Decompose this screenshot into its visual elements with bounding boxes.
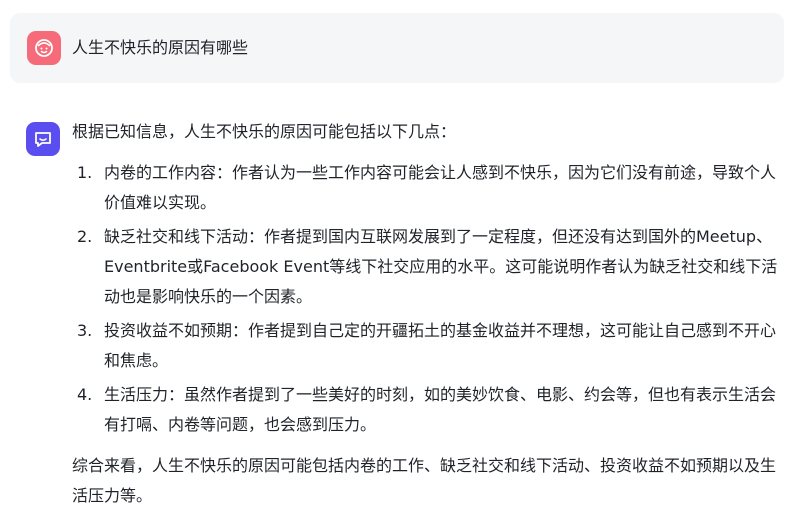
list-item-number: 1.	[77, 163, 93, 182]
assistant-message: 根据已知信息，人生不快乐的原因可能包括以下几点： 1. 内卷的工作内容：作者认为…	[72, 117, 784, 511]
list-item-text: 内卷的工作内容：作者认为一些工作内容可能会让人感到不快乐，因为它们没有前途，导致…	[104, 163, 777, 212]
chat-bubble-icon	[35, 132, 51, 147]
user-question: 人生不快乐的原因有哪些	[72, 38, 249, 57]
list-item: 1. 内卷的工作内容：作者认为一些工作内容可能会让人感到不快乐，因为它们没有前途…	[72, 158, 784, 218]
list-item: 2. 缺乏社交和线下活动：作者提到国内互联网发展到了一定程度，但还没有达到国外的…	[72, 222, 784, 312]
reason-list: 1. 内卷的工作内容：作者认为一些工作内容可能会让人感到不快乐，因为它们没有前途…	[72, 158, 784, 440]
list-item-text: 缺乏社交和线下活动：作者提到国内互联网发展到了一定程度，但还没有达到国外的Mee…	[104, 227, 778, 306]
list-item-number: 3.	[77, 321, 93, 340]
list-item-number: 4.	[77, 385, 93, 404]
assistant-avatar	[26, 122, 60, 156]
assistant-summary: 综合来看，人生不快乐的原因可能包括内卷的工作、缺乏社交和线下活动、投资收益不如预…	[72, 456, 777, 505]
list-item-text: 生活压力：虽然作者提到了一些美好的时刻，如的美妙饮食、电影、约会等，但也有表示生…	[104, 385, 777, 434]
list-item-number: 2.	[77, 227, 93, 246]
list-item: 3. 投资收益不如预期：作者提到自己定的开疆拓土的基金收益并不理想，这可能让自己…	[72, 316, 784, 376]
list-item-text: 投资收益不如预期：作者提到自己定的开疆拓土的基金收益并不理想，这可能让自己感到不…	[104, 321, 777, 370]
user-message: 人生不快乐的原因有哪些	[10, 13, 784, 83]
assistant-intro: 根据已知信息，人生不快乐的原因可能包括以下几点：	[72, 122, 457, 141]
smiley-face-icon	[35, 39, 53, 57]
list-item: 4. 生活压力：虽然作者提到了一些美好的时刻，如的美妙饮食、电影、约会等，但也有…	[72, 380, 784, 440]
user-avatar	[27, 31, 61, 65]
